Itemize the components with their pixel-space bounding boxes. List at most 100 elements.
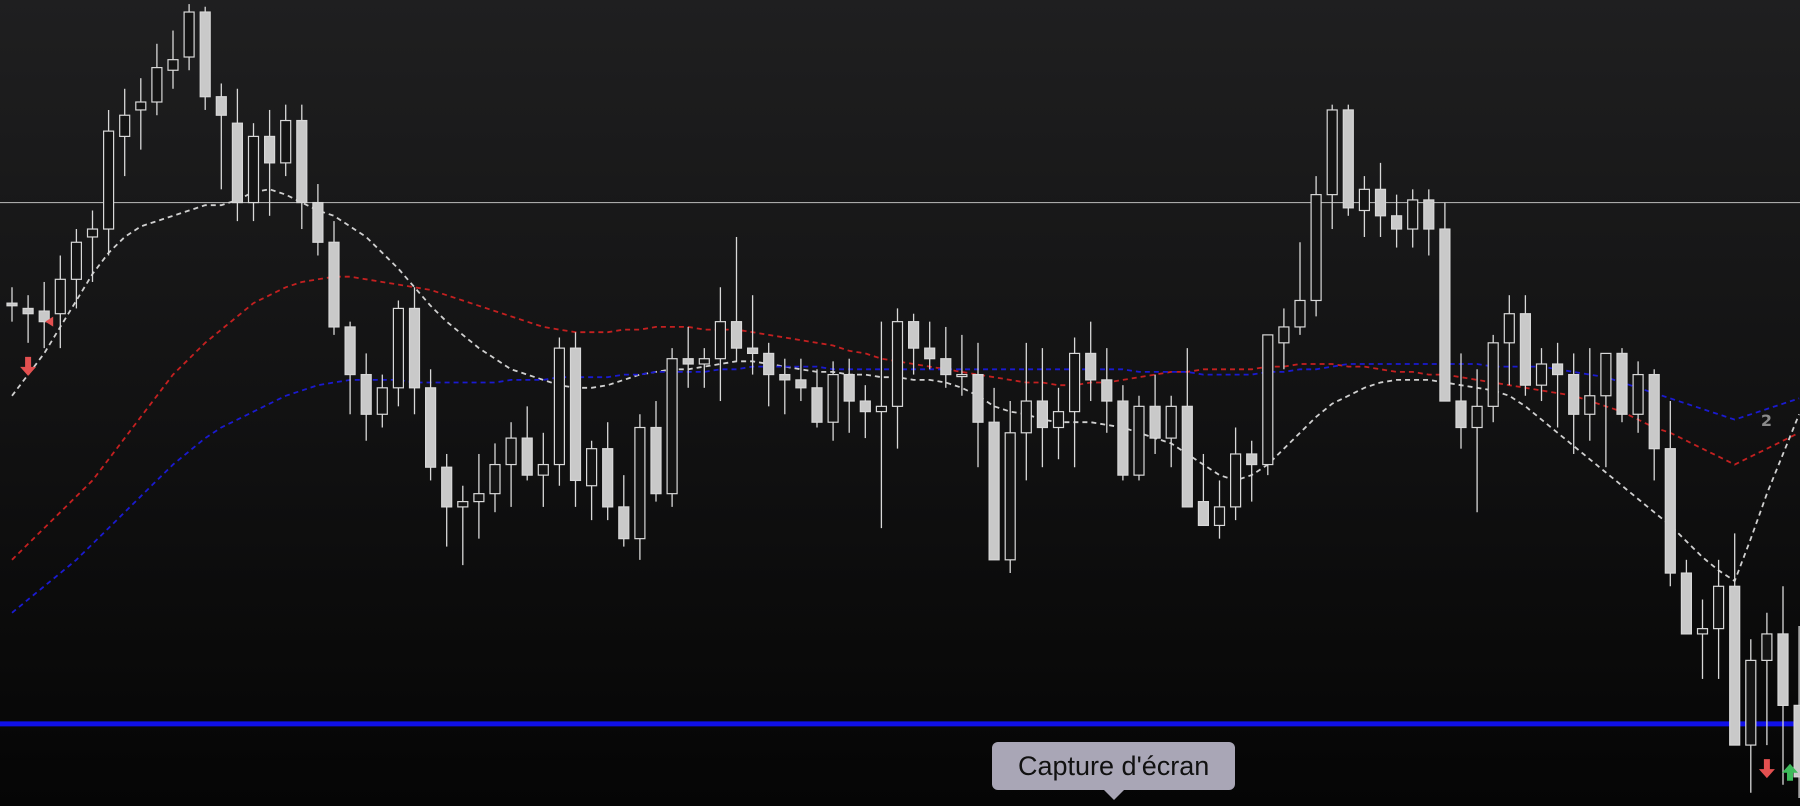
candle-body-up: [875, 405, 888, 413]
candle: [1745, 639, 1757, 793]
candle-body-down: [1793, 704, 1800, 778]
candle-body-up: [54, 278, 66, 315]
candle: [827, 361, 839, 441]
candle: [1712, 559, 1725, 679]
candle: [537, 432, 549, 507]
candle: [183, 4, 195, 71]
candle-body-down: [231, 122, 243, 204]
candle: [650, 401, 662, 502]
candle-body-up: [1278, 326, 1290, 344]
candle-body-down: [924, 347, 936, 360]
candle-body-up: [698, 358, 710, 365]
candle: [1310, 176, 1322, 317]
candle-body-up: [1020, 400, 1032, 434]
candle-body-down: [1519, 313, 1532, 386]
candle-body-up: [1487, 342, 1499, 407]
candle-body-down: [1423, 199, 1435, 230]
candle: [682, 326, 694, 388]
candle: [1197, 453, 1210, 527]
candle-body-up: [376, 387, 388, 415]
candle-body-up: [1310, 194, 1322, 302]
candle-body-up: [585, 448, 598, 487]
candle-body-up: [70, 241, 83, 280]
candle: [1503, 295, 1515, 386]
candle-body-down: [1036, 400, 1049, 429]
candle: [1632, 361, 1644, 433]
candle: [1213, 480, 1226, 539]
candle: [247, 123, 260, 222]
candle: [924, 321, 936, 370]
candle-body-up: [489, 463, 501, 495]
candle: [1487, 334, 1499, 423]
candle-body-down: [569, 347, 582, 482]
candle: [38, 281, 50, 349]
chart-window: 2 Capture d'écran: [0, 0, 1800, 806]
candle-body-up: [1407, 199, 1419, 230]
candle-body-up: [1052, 411, 1065, 429]
candle: [1229, 427, 1242, 521]
candle: [1246, 440, 1258, 502]
candle: [1600, 352, 1612, 468]
candle: [441, 453, 453, 547]
candle: [521, 406, 533, 481]
candle-body-up: [280, 119, 292, 164]
candle: [1680, 559, 1693, 635]
candle: [505, 422, 517, 507]
candle-body-down: [1149, 405, 1161, 439]
candle: [135, 78, 147, 150]
candle-body-down: [602, 448, 614, 508]
candle: [1165, 395, 1177, 468]
candle-body-up: [1213, 506, 1226, 527]
candle: [1568, 353, 1580, 454]
candle-body-up: [891, 321, 904, 407]
candle-body-down: [328, 241, 340, 328]
candle: [1342, 104, 1354, 216]
candle-body-up: [1712, 585, 1725, 630]
candle-body-down: [746, 347, 759, 355]
grey-ma-line: [11, 188, 1800, 583]
candle: [151, 43, 163, 116]
candle: [1535, 348, 1548, 402]
candle: [22, 295, 34, 343]
candle: [1294, 242, 1306, 335]
candle-body-up: [247, 135, 260, 204]
candle-body-down: [1117, 400, 1129, 476]
candle-body-down: [988, 421, 1000, 561]
candle-body-up: [102, 130, 115, 230]
candle: [714, 287, 727, 402]
candle-body-down: [296, 119, 308, 204]
candle-body-down: [763, 352, 775, 376]
blue-ma-line: [11, 363, 1800, 614]
candle-body-down: [1181, 405, 1193, 508]
candle: [392, 300, 404, 407]
candle: [1455, 353, 1467, 449]
candle-body-down: [521, 437, 533, 476]
candle-body-down: [618, 506, 630, 540]
candle-body-down: [1568, 373, 1580, 415]
candle-body-up: [135, 101, 147, 111]
candle: [730, 236, 743, 362]
candle: [1068, 337, 1081, 468]
candle-body-down: [441, 466, 453, 508]
candle-body-down: [215, 96, 227, 116]
candle-body-down: [907, 321, 920, 349]
candle: [1117, 385, 1129, 481]
candle-body-down: [795, 379, 807, 389]
candle-body-up: [827, 373, 839, 423]
candle-body-down: [859, 400, 871, 413]
candlestick-chart: 2: [0, 4, 1800, 798]
candle: [1149, 374, 1161, 454]
red-ma-line: [11, 275, 1800, 561]
candle-body-up: [1004, 432, 1016, 561]
candle: [811, 369, 823, 428]
candle: [1777, 586, 1789, 785]
candle: [1664, 401, 1676, 587]
candle: [1278, 308, 1290, 370]
candle: [666, 348, 678, 507]
candle-body-up: [1229, 453, 1242, 508]
candle-body-up: [1068, 352, 1081, 413]
candle: [1052, 387, 1065, 460]
candle-body-up: [167, 59, 179, 71]
candle: [102, 109, 115, 256]
candle: [1519, 295, 1532, 396]
